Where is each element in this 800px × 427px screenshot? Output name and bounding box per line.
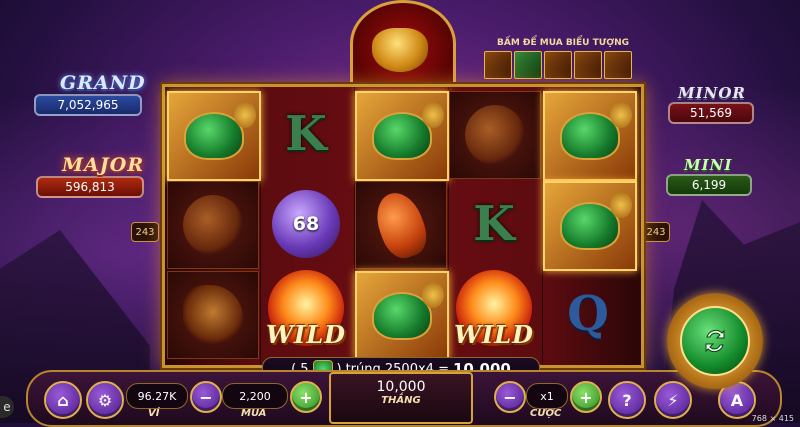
help-icon: ?	[622, 390, 632, 410]
buy-symbol-dragon[interactable]	[544, 51, 572, 79]
jackpot-major-label: MAJOR	[62, 154, 145, 176]
gear-icon: ⚙	[97, 390, 113, 410]
buy-symbol-phoenix[interactable]	[484, 51, 512, 79]
settings-button[interactable]: ⚙	[86, 381, 124, 419]
buy-value: 2,200	[222, 383, 288, 409]
symbol-turtle	[167, 91, 261, 181]
jackpot-minor-label: MINOR	[678, 84, 746, 102]
buy-increase-button[interactable]: +	[290, 381, 322, 413]
home-icon: ⌂	[57, 390, 69, 410]
symbol-turtle	[355, 271, 449, 361]
letter-k: K	[285, 106, 327, 162]
win-label: THẮNG	[381, 395, 421, 406]
symbol-turtle	[543, 181, 637, 271]
jackpot-mini-label: MINI	[684, 156, 733, 174]
turtle-icon	[560, 192, 632, 250]
ways-count-right: 243	[642, 222, 670, 242]
jackpot-grand-value: 7,052,965	[34, 94, 142, 116]
gold-pot-icon	[372, 28, 428, 72]
spin-button[interactable]	[667, 293, 763, 389]
refresh-icon	[705, 329, 725, 353]
dragon-icon	[183, 195, 243, 255]
reel-5: Q	[543, 87, 637, 365]
symbol-turtle	[543, 91, 637, 181]
koi-icon	[369, 186, 433, 264]
reel-1	[167, 87, 261, 365]
symbol-q: Q	[543, 271, 633, 357]
phoenix-icon	[183, 285, 243, 345]
symbol-turtle	[355, 91, 449, 181]
jackpot-grand-label: GRAND	[60, 72, 146, 94]
win-value: 10,000	[376, 379, 426, 395]
turtle-icon	[372, 102, 444, 160]
wallet-value: 96.27K	[126, 383, 188, 409]
plus-icon: +	[299, 387, 313, 407]
symbol-phoenix	[167, 271, 259, 359]
jackpot-major: MAJOR 596,813	[36, 154, 144, 198]
orb-value: 68	[272, 190, 340, 258]
jackpot-grand: GRAND 7,052,965	[34, 72, 146, 116]
corner-size-label: 768 × 415	[751, 414, 794, 423]
buy-symbol-turtle[interactable]	[514, 51, 542, 79]
jackpot-major-value: 596,813	[36, 176, 144, 198]
reel-4: K WILD	[449, 87, 543, 365]
wild-label: WILD	[454, 320, 534, 349]
dragon-icon	[465, 105, 525, 165]
symbol-wild: WILD	[449, 265, 539, 351]
home-button[interactable]: ⌂	[44, 381, 82, 419]
buy-symbol-tiger[interactable]	[574, 51, 602, 79]
jackpot-minor-value: 51,569	[668, 102, 754, 124]
bet-value: x1	[526, 383, 568, 409]
reel-grid: K 68 WILD K WILD Q	[162, 84, 644, 368]
reel-3	[355, 87, 449, 365]
lightning-icon: ⚡	[667, 390, 679, 410]
plus-icon: +	[579, 387, 593, 407]
spin-inner	[680, 306, 750, 376]
wallet-label: VÍ	[148, 408, 160, 419]
bet-decrease-button[interactable]: −	[494, 381, 526, 413]
symbol-dragon	[167, 181, 259, 269]
buy-symbol-qilin[interactable]	[604, 51, 632, 79]
symbol-k: K	[261, 91, 351, 177]
jackpot-mini: MINI 6,199	[666, 156, 752, 196]
symbol-dragon	[449, 91, 541, 179]
jackpot-minor: MINOR 51,569	[668, 84, 754, 124]
turtle-icon	[560, 102, 632, 160]
turtle-icon	[372, 282, 444, 340]
ways-count-left: 243	[131, 222, 159, 242]
minus-icon: −	[199, 387, 213, 407]
letter-k: K	[473, 196, 515, 252]
minus-icon: −	[503, 387, 517, 407]
win-display: 10,000 THẮNG	[329, 372, 473, 424]
bet-increase-button[interactable]: +	[570, 381, 602, 413]
buy-symbol-title: BẤM ĐỂ MUA BIỂU TƯỢNG	[497, 38, 630, 48]
wild-label: WILD	[266, 320, 346, 349]
turbo-button[interactable]: ⚡	[654, 381, 692, 419]
help-button[interactable]: ?	[608, 381, 646, 419]
reel-2: K 68 WILD	[261, 87, 355, 365]
symbol-orb: 68	[261, 181, 351, 267]
symbol-wild: WILD	[261, 265, 351, 351]
symbol-koi	[355, 181, 447, 269]
bet-label: CƯỢC	[530, 408, 562, 419]
jackpot-mini-value: 6,199	[666, 174, 752, 196]
buy-label: MUA	[241, 408, 267, 419]
auto-icon: A	[730, 390, 744, 410]
letter-q: Q	[567, 286, 609, 342]
symbol-k: K	[449, 181, 539, 267]
buy-decrease-button[interactable]: −	[190, 381, 222, 413]
turtle-icon	[184, 102, 256, 160]
